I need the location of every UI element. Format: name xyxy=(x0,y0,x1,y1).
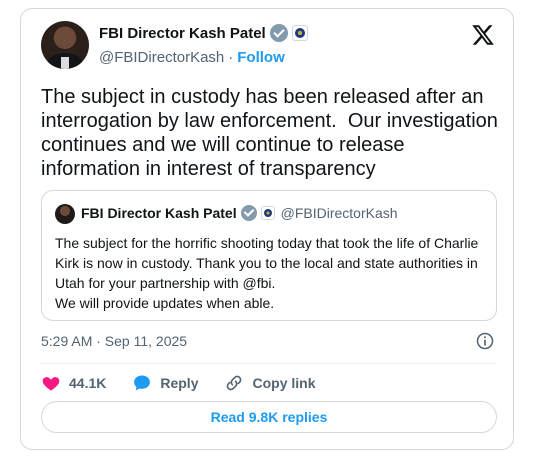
read-replies-button[interactable]: Read 9.8K replies xyxy=(41,401,497,433)
quoted-author-name: FBI Director Kash Patel xyxy=(81,205,237,221)
heart-icon xyxy=(42,377,60,391)
tweet-card: FBI Director Kash Patel @FBIDirectorKash… xyxy=(20,8,514,450)
author-name-row: FBI Director Kash Patel xyxy=(99,24,308,42)
like-count: 44.1K xyxy=(69,375,107,391)
fbi-seal-icon xyxy=(260,206,275,220)
x-logo-icon[interactable] xyxy=(471,23,495,47)
author-avatar[interactable] xyxy=(41,21,89,69)
avatar-shirt xyxy=(61,57,69,69)
tweet-timestamp[interactable]: 5:29 AM · Sep 11, 2025 xyxy=(41,333,187,349)
reply-label: Reply xyxy=(160,375,199,391)
timestamp-text[interactable]: 5:29 AM · Sep 11, 2025 xyxy=(41,333,187,349)
link-icon xyxy=(227,375,242,391)
copy-link-button[interactable]: Copy link xyxy=(224,373,316,393)
fbi-seal-icon[interactable] xyxy=(291,25,308,41)
reply-button[interactable]: Reply xyxy=(132,373,198,393)
quoted-tweet[interactable]: FBI Director Kash Patel @FBIDirectorKash… xyxy=(41,190,497,321)
action-bar: 44.1K Reply Copy link xyxy=(41,373,342,393)
quoted-author-avatar xyxy=(55,204,75,224)
quoted-author-handle: @FBIDirectorKash xyxy=(280,205,398,221)
read-replies-label: Read 9.8K replies xyxy=(210,409,328,425)
author-handle[interactable]: @FBIDirectorKash xyxy=(99,49,224,66)
verified-badge-icon xyxy=(240,205,257,221)
quoted-tweet-text: The subject for the horrific shooting to… xyxy=(55,235,479,311)
follow-button[interactable]: Follow xyxy=(237,49,285,66)
verified-badge-icon[interactable] xyxy=(269,24,288,42)
like-button[interactable]: 44.1K xyxy=(41,373,106,393)
author-handle-row: @FBIDirectorKash · Follow xyxy=(99,49,285,66)
author-name[interactable]: FBI Director Kash Patel xyxy=(99,25,266,42)
reply-bubble-icon xyxy=(134,375,151,391)
tweet-text: The subject in custody has been released… xyxy=(41,86,504,180)
separator: · xyxy=(228,49,234,66)
copy-link-label: Copy link xyxy=(252,375,316,391)
info-icon[interactable] xyxy=(475,331,495,351)
divider xyxy=(41,363,497,364)
quoted-author-row: FBI Director Kash Patel @FBIDirectorKash xyxy=(81,205,398,221)
